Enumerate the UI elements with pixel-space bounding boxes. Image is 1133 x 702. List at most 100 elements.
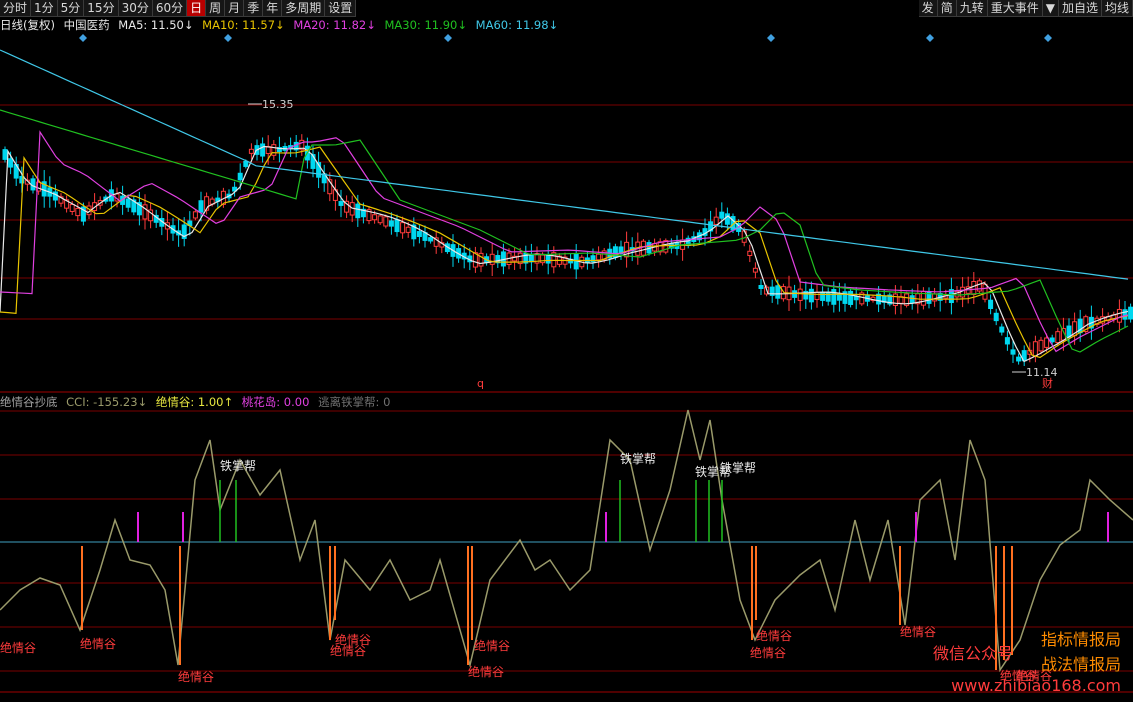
signal-diamond-4 (926, 34, 934, 42)
tiezhang-label-2: 铁掌帮 (695, 465, 731, 479)
candle-body (1038, 339, 1044, 352)
candle-body (30, 178, 36, 191)
candle-body (808, 288, 814, 303)
candle-body (1066, 325, 1072, 338)
candle-body (1072, 321, 1078, 337)
period-toolbar: 分时 1分 5分 15分 30分 60分日周月季年多周期 设置 (0, 0, 357, 17)
period-tab-11[interactable]: 多周期 (282, 0, 326, 17)
candle-body (1128, 306, 1133, 320)
candle-body (1021, 350, 1027, 362)
candle-body (148, 209, 154, 222)
tiezhang-label-3: 铁掌帮 (720, 461, 756, 475)
candle-body (1122, 309, 1128, 320)
period-tab-10[interactable]: 年 (263, 0, 283, 17)
function-button-4[interactable]: ▼ (1042, 0, 1059, 17)
candle-body (176, 230, 182, 236)
candle-body (338, 201, 344, 206)
period-tab-8[interactable]: 月 (225, 0, 245, 17)
candle-body (864, 295, 870, 302)
candle-body (495, 255, 501, 264)
candle-body (948, 289, 954, 304)
candle-body (780, 286, 786, 300)
candle-body (596, 253, 602, 261)
candle-body (204, 196, 210, 211)
candle-body (523, 252, 529, 264)
candle-body (411, 224, 417, 240)
function-button-0[interactable]: 发 (918, 0, 938, 17)
candle-body (366, 209, 372, 222)
candle-body (472, 252, 478, 268)
period-tab-12[interactable]: 设置 (325, 0, 357, 17)
candle-body (797, 288, 803, 301)
candle-body (80, 206, 86, 222)
candle-body (691, 236, 697, 242)
candle-body (428, 237, 434, 242)
candle-body (590, 255, 596, 263)
candle-body (724, 213, 730, 225)
candle-body (1010, 349, 1016, 355)
candle-body (898, 296, 904, 304)
function-button-1[interactable]: 简 (937, 0, 957, 17)
function-button-6[interactable]: 均线 (1101, 0, 1133, 17)
period-label[interactable]: 日线(复权) (0, 18, 55, 32)
period-tab-3[interactable]: 15分 (84, 0, 119, 17)
candle-body (484, 256, 490, 263)
candle-body (1016, 356, 1022, 362)
period-tab-6[interactable]: 日 (187, 0, 207, 17)
candle-body (786, 286, 792, 301)
candle-body (136, 202, 142, 216)
kline-chart[interactable]: 15.3511.14q 财铁掌帮 铁掌帮铁掌帮铁掌帮绝情谷 绝情谷绝情谷绝情谷绝情谷绝… (0, 0, 1133, 702)
cci-value: CCI: -155.23↓ (66, 395, 148, 409)
period-tab-5[interactable]: 60分 (152, 0, 188, 17)
function-button-3[interactable]: 重大事件 (987, 0, 1043, 17)
candle-body (579, 256, 585, 268)
candle-body (1088, 316, 1094, 329)
candle-body (640, 240, 646, 256)
candle-body (355, 203, 361, 219)
candle-body (478, 252, 484, 267)
candle-body (41, 181, 47, 197)
jueqinggu-label-3: 绝情谷 (335, 632, 371, 647)
candle-body (215, 197, 221, 202)
candle-body (848, 290, 854, 305)
candle-body (528, 253, 534, 263)
ma20-line (0, 130, 1129, 353)
period-tab-2[interactable]: 5分 (57, 0, 85, 17)
candle-body (1105, 315, 1111, 322)
candle-body (960, 286, 966, 298)
taohuadao-value: 桃花岛: 0.00 (241, 395, 310, 409)
signal-diamond-5 (1044, 34, 1052, 42)
candle-body (377, 215, 383, 224)
sub-indicator-legend: 绝情谷抄底 CCI: -155.23↓ 绝情谷: 1.00↑ 桃花岛: 0.00… (0, 394, 395, 410)
period-tab-0[interactable]: 分时 (0, 0, 32, 17)
period-tab-4[interactable]: 30分 (118, 0, 153, 17)
candle-body (299, 139, 305, 151)
candle-body (400, 222, 406, 234)
candle-body (1077, 318, 1083, 334)
candle-body (232, 186, 238, 192)
jueqinggu-label-1: 绝情谷 (80, 636, 116, 651)
function-button-2[interactable]: 九转 (956, 0, 988, 17)
period-tab-1[interactable]: 1分 (31, 0, 58, 17)
candle-body (668, 243, 674, 249)
candle-body (820, 291, 826, 301)
candle-body (1055, 331, 1061, 344)
period-tab-7[interactable]: 周 (206, 0, 226, 17)
candle-body (540, 254, 546, 264)
candle-body (444, 243, 450, 253)
candle-body (153, 214, 159, 223)
function-button-5[interactable]: 加自选 (1058, 0, 1102, 17)
jueqinggu-label-7: 绝情谷 (756, 628, 792, 643)
candle-body (1027, 349, 1033, 355)
jueqinggu-value: 绝情谷: 1.00↑ (155, 395, 234, 409)
event-marker-cai: 财 (1042, 376, 1053, 390)
candle-body (881, 295, 887, 303)
candle-body (19, 175, 25, 184)
candle-body (226, 193, 232, 199)
candle-body (836, 293, 842, 301)
candle-body (758, 284, 764, 290)
indicator-name[interactable]: 绝情谷抄底 (0, 395, 58, 409)
candle-body (506, 252, 512, 266)
period-tab-9[interactable]: 季 (244, 0, 264, 17)
candle-body (2, 149, 8, 160)
